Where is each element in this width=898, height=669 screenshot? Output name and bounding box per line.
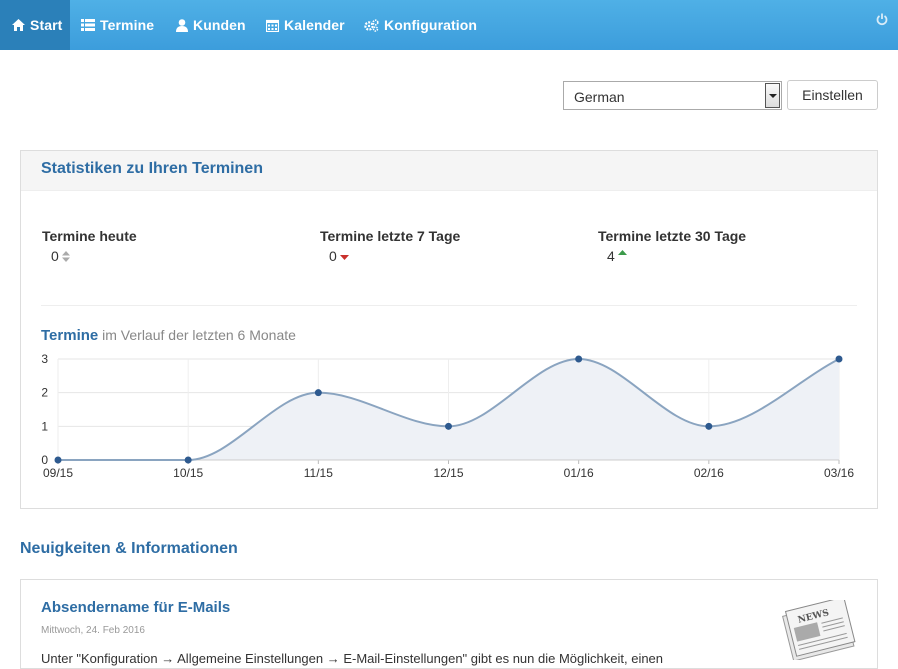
language-select[interactable]: German [563, 81, 782, 110]
top-navbar: Start Termine Kunden Kalender Konfigurat… [0, 0, 898, 50]
data-point [54, 456, 62, 464]
nav-start[interactable]: Start [0, 0, 70, 50]
nav-konfiguration[interactable]: Konfiguration [364, 0, 477, 50]
language-select-value: German [574, 89, 625, 105]
y-tick-label: 2 [41, 386, 48, 400]
x-tick-label: 12/15 [433, 466, 463, 480]
nav-konfiguration-label: Konfiguration [384, 17, 478, 33]
news-date: Mittwoch, 24. Feb 2016 [41, 625, 145, 636]
nav-start-label: Start [30, 17, 63, 33]
logout-button[interactable] [876, 13, 888, 31]
x-tick-label: 10/15 [173, 466, 203, 480]
nav-kalender-label: Kalender [284, 17, 345, 33]
data-point [184, 456, 192, 464]
y-tick-label: 3 [41, 352, 48, 366]
nav-kunden-label: Kunden [193, 17, 246, 33]
news-heading: Neuigkeiten & Informationen [20, 540, 238, 557]
list-icon [81, 19, 95, 31]
newspaper-icon: NEWS [782, 600, 856, 660]
data-point [705, 422, 713, 430]
appointments-chart: 0 1 2 3 09/15 10/15 11/15 12/15 01/16 02/16 03/16 [41, 352, 854, 480]
nav-termine-label: Termine [100, 17, 155, 33]
news-item: Absendername für E-Mails Mittwoch, 24. F… [20, 579, 878, 669]
calendar-icon [266, 19, 279, 32]
x-tick-label: 09/15 [43, 466, 73, 480]
data-point [575, 355, 583, 363]
user-icon [176, 18, 188, 32]
data-point [445, 422, 452, 430]
nav-kunden[interactable]: Kunden [176, 0, 246, 50]
power-icon [876, 13, 888, 26]
nav-termine[interactable]: Termine [81, 0, 154, 50]
nav-kalender[interactable]: Kalender [266, 0, 345, 50]
y-tick-label: 0 [41, 453, 48, 467]
x-tick-label: 02/16 [694, 466, 724, 480]
chevron-down-icon[interactable] [765, 83, 780, 108]
data-point [314, 389, 322, 397]
y-tick-label: 1 [41, 419, 48, 433]
x-tick-label: 03/16 [824, 466, 854, 480]
news-title[interactable]: Absendername für E-Mails [41, 599, 230, 616]
x-tick-label: 01/16 [564, 466, 594, 480]
news-text: Unter "Konfiguration → Allgemeine Einste… [41, 651, 664, 666]
x-tick-label: 11/15 [304, 466, 333, 480]
data-point [835, 355, 843, 363]
home-icon [12, 19, 25, 31]
einstellen-button[interactable]: Einstellen [787, 80, 878, 110]
cogs-icon [364, 18, 379, 32]
stats-panel: Statistiken zu Ihren Terminen Termine he… [20, 150, 878, 509]
